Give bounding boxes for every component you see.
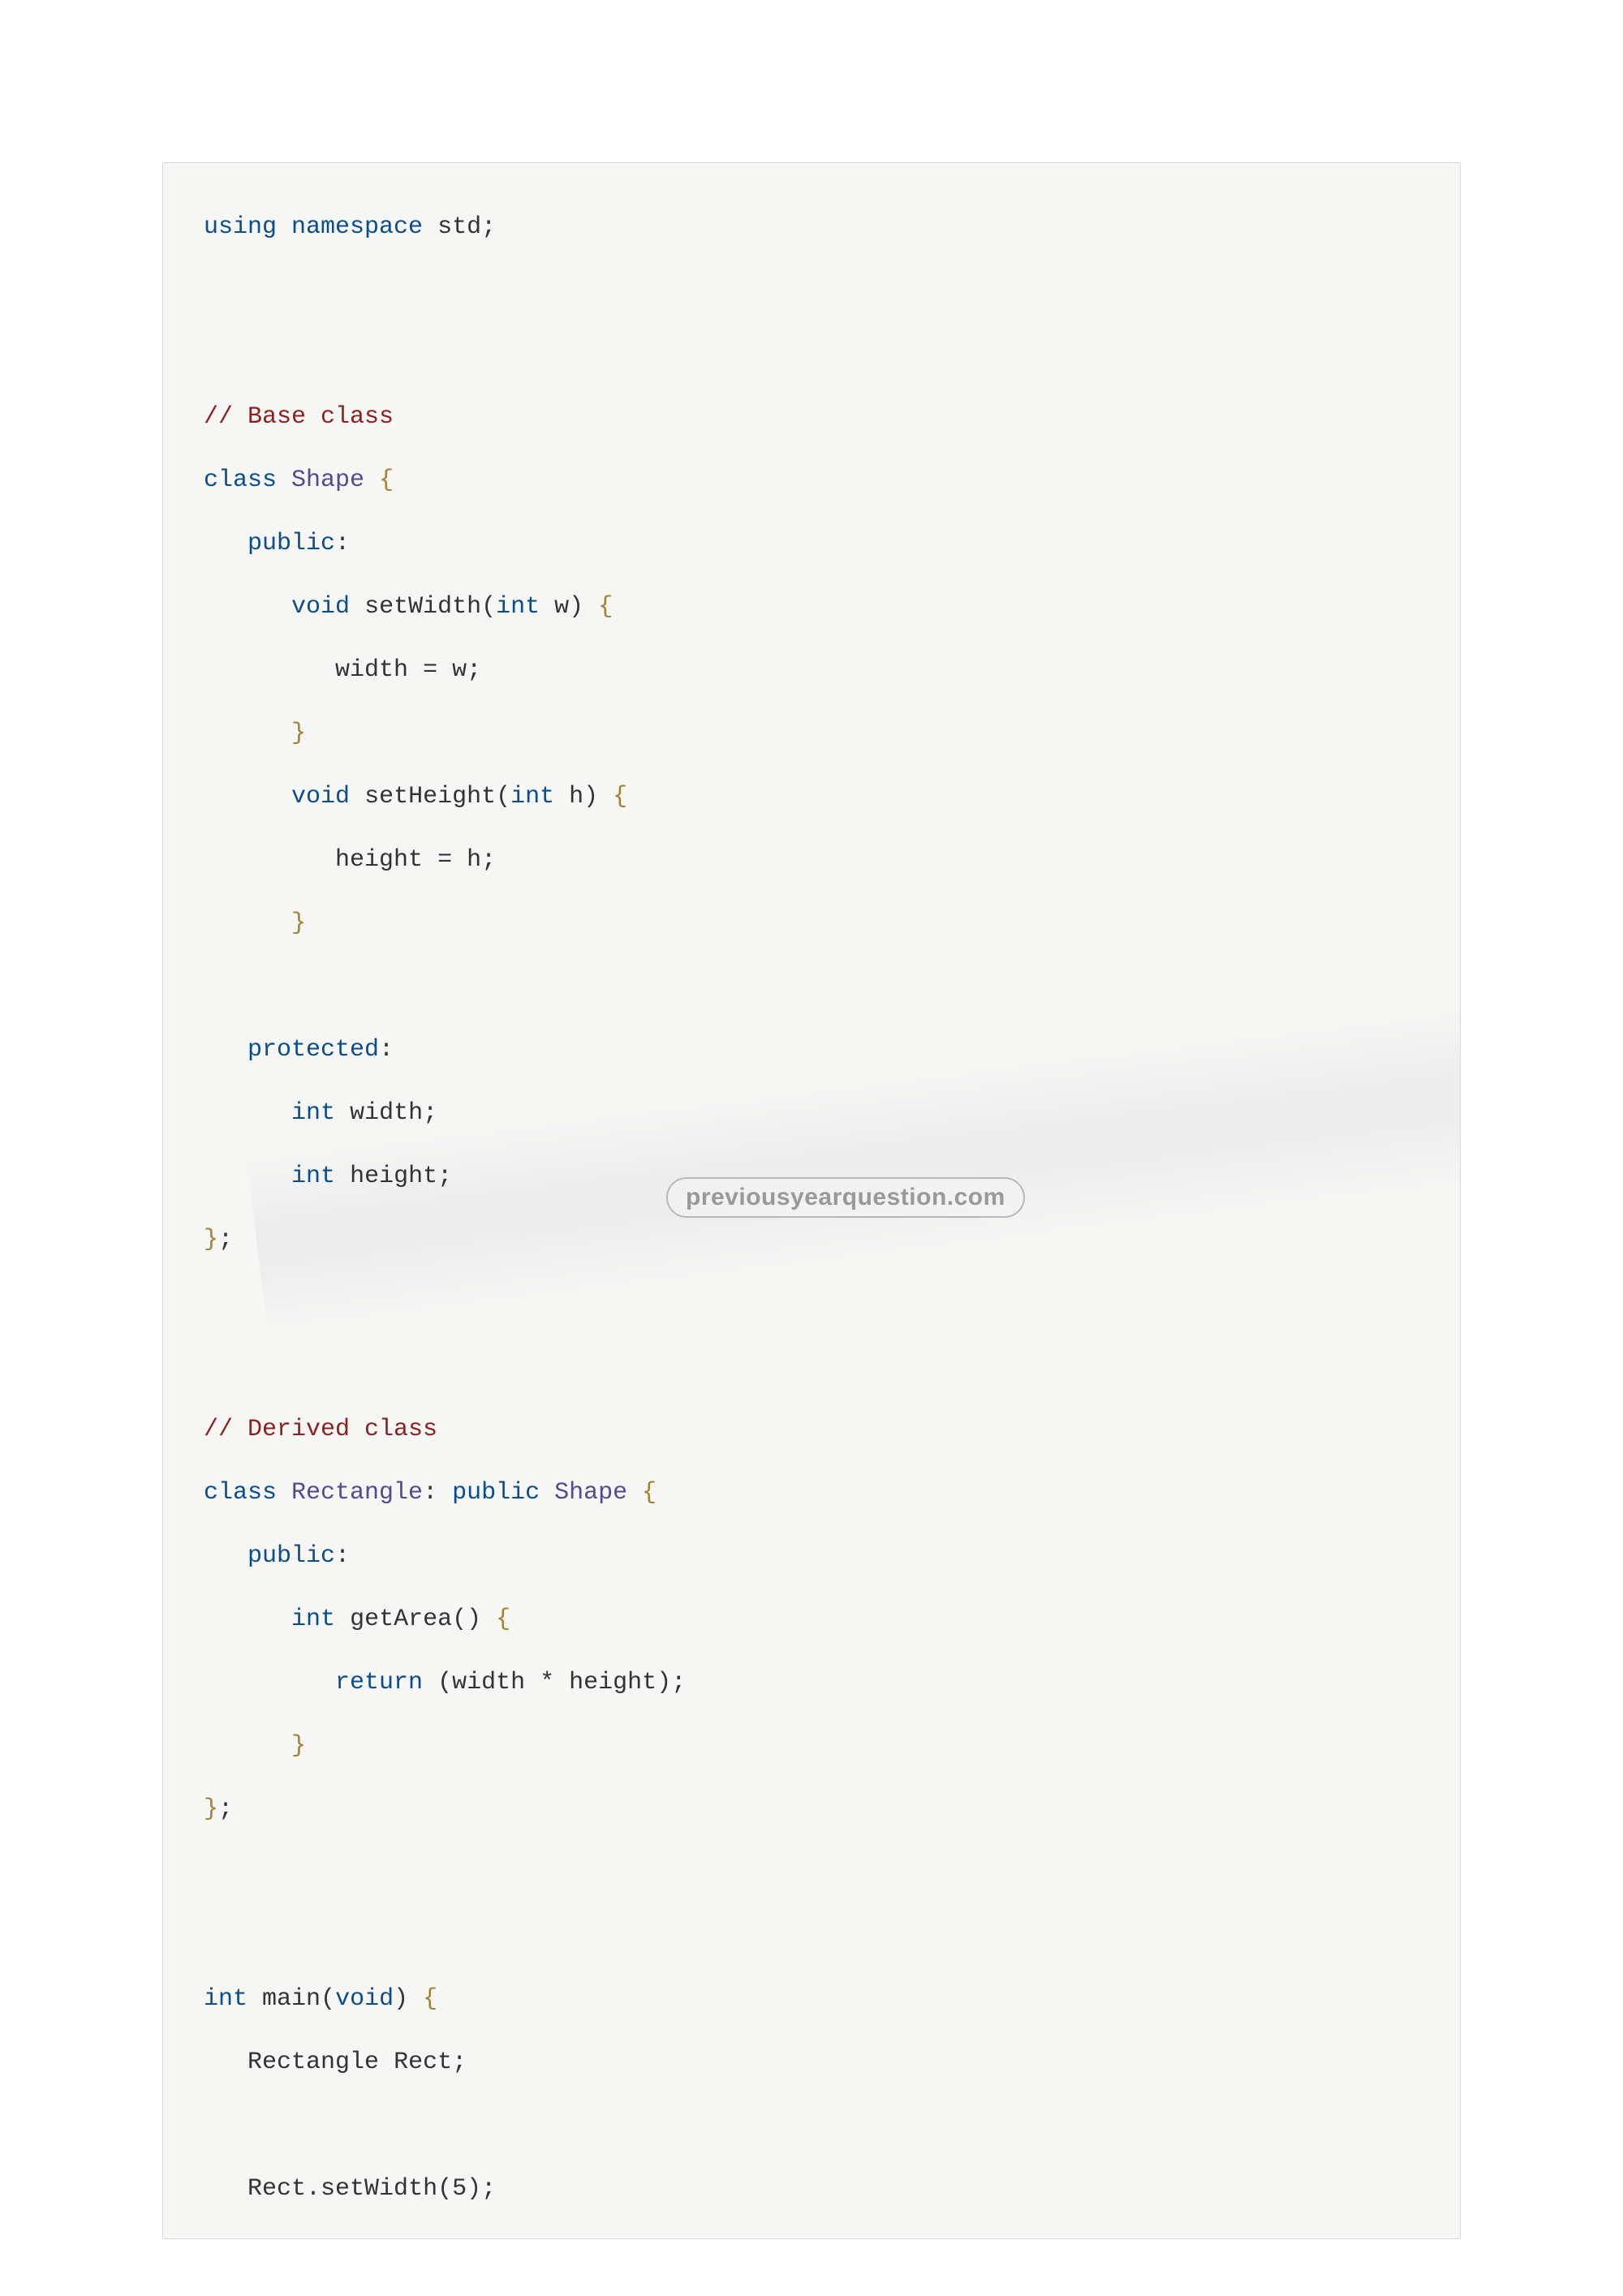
code-token: }	[204, 1226, 218, 1253]
code-token: ;	[218, 1795, 233, 1823]
code-token: using	[204, 213, 277, 241]
code-token: width	[335, 656, 408, 684]
code-token: {	[379, 467, 394, 494]
code-token: }	[291, 909, 306, 937]
code-token: ;	[423, 1099, 437, 1127]
code-token: setHeight	[364, 783, 496, 810]
code-token: w	[452, 656, 467, 684]
code-token: setWidth	[321, 2175, 437, 2203]
code-comment: // Derived class	[204, 1416, 437, 1443]
code-token: width	[350, 1099, 423, 1127]
code-token: void	[335, 1985, 394, 2013]
code-token: }	[204, 1795, 218, 1823]
code-token: protected	[248, 1036, 379, 1064]
code-token: .	[306, 2238, 321, 2239]
code-token: setHeight	[321, 2238, 452, 2239]
code-token: ;	[437, 1163, 452, 1190]
code-token: {	[598, 593, 613, 621]
code-token: *	[540, 1669, 554, 1696]
code-token: 5	[452, 2175, 467, 2203]
code-token: (	[452, 2238, 467, 2239]
code-token: main	[262, 1985, 321, 2013]
code-token: Shape	[291, 467, 364, 494]
code-token: int	[291, 1163, 335, 1190]
code-block: previousyearquestion.com using namespace…	[162, 162, 1461, 2239]
code-token: width	[452, 1669, 525, 1696]
page: previousyearquestion.com using namespace…	[0, 0, 1623, 2296]
code-token: return	[335, 1669, 423, 1696]
code-token: Rectangle	[248, 2049, 379, 2076]
code-token: :	[423, 1479, 437, 1507]
code-token: (	[481, 593, 496, 621]
code-token: h	[569, 783, 583, 810]
code-token: (	[496, 783, 510, 810]
code-token: int	[510, 783, 554, 810]
code-token: class	[204, 1479, 277, 1507]
code-token: )	[583, 783, 598, 810]
code-token: ;	[481, 846, 496, 874]
code-token: {	[423, 1985, 437, 2013]
code-token: void	[291, 783, 350, 810]
code-token: (	[437, 1669, 452, 1696]
code-token: Shape	[554, 1479, 627, 1507]
code-token: namespace	[291, 213, 423, 241]
code-token: public	[248, 1542, 335, 1570]
code-token: ;	[481, 2175, 496, 2203]
code-token: std	[437, 213, 481, 241]
code-token: public	[248, 530, 335, 557]
code-content: using namespace std; // Base class class…	[204, 196, 1427, 2239]
code-token: =	[437, 846, 452, 874]
code-token: ;	[452, 2049, 467, 2076]
code-token: ;	[467, 656, 481, 684]
code-token: Rect	[248, 2238, 306, 2239]
code-token: =	[423, 656, 437, 684]
code-token: 7	[467, 2238, 481, 2239]
code-token: ;	[671, 1669, 686, 1696]
code-token: }	[291, 1732, 306, 1760]
code-comment: // Base class	[204, 403, 394, 431]
code-token: {	[642, 1479, 657, 1507]
code-token: :	[379, 1036, 394, 1064]
code-token: height	[335, 846, 423, 874]
code-token: w	[554, 593, 569, 621]
code-token: Rect	[394, 2049, 452, 2076]
code-token: public	[452, 1479, 540, 1507]
code-token: {	[496, 1606, 510, 1633]
code-token: getArea	[350, 1606, 452, 1633]
code-token: setWidth	[364, 593, 481, 621]
code-token: .	[306, 2175, 321, 2203]
code-token: )	[467, 2175, 481, 2203]
code-token: )	[657, 1669, 671, 1696]
code-token: int	[204, 1985, 248, 2013]
code-token: }	[291, 720, 306, 747]
code-token: (	[437, 2175, 452, 2203]
code-token: ;	[481, 213, 496, 241]
code-token: :	[335, 1542, 350, 1570]
code-token: )	[394, 1985, 408, 2013]
code-token: :	[335, 530, 350, 557]
code-token: int	[291, 1606, 335, 1633]
code-token: )	[481, 2238, 496, 2239]
code-token: class	[204, 467, 277, 494]
code-token: ;	[218, 1226, 233, 1253]
code-token: (	[321, 1985, 335, 2013]
code-token: ()	[452, 1606, 481, 1633]
code-token: {	[613, 783, 627, 810]
code-token: height	[350, 1163, 437, 1190]
code-token: int	[496, 593, 540, 621]
code-token: Rectangle	[291, 1479, 423, 1507]
code-token: ;	[496, 2238, 510, 2239]
code-token: height	[569, 1669, 657, 1696]
code-token: Rect	[248, 2175, 306, 2203]
code-token: int	[291, 1099, 335, 1127]
code-token: )	[569, 593, 583, 621]
code-token: h	[467, 846, 481, 874]
code-token: void	[291, 593, 350, 621]
